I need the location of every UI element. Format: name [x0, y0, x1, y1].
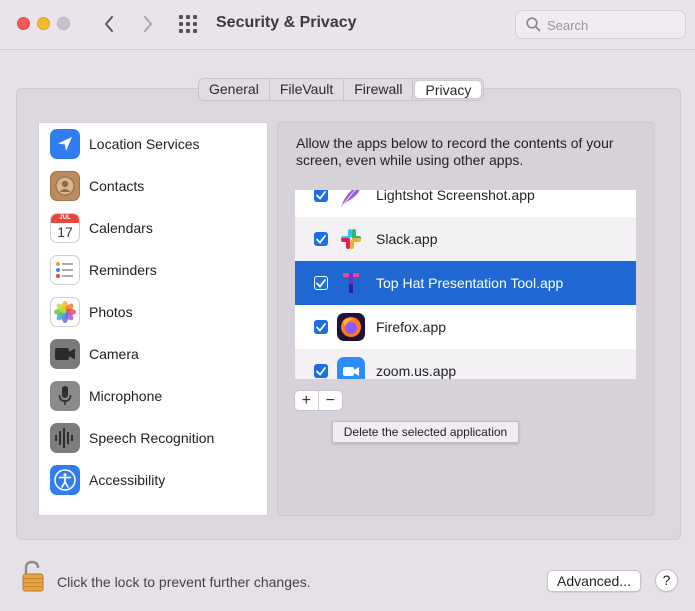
app-name: Slack.app	[376, 231, 438, 247]
search-icon	[526, 17, 541, 32]
firefox-icon	[337, 313, 365, 341]
category-label: Microphone	[89, 388, 163, 404]
lightshot-feather-icon	[337, 190, 365, 209]
forward-button[interactable]	[137, 12, 159, 36]
help-button[interactable]: ?	[655, 569, 678, 592]
chevron-right-icon	[144, 16, 152, 32]
category-label: Photos	[89, 304, 133, 320]
zoom-window-button[interactable]	[57, 17, 70, 30]
category-label: Contacts	[89, 178, 145, 194]
category-label: Calendars	[89, 220, 153, 236]
category-photos[interactable]: Photos	[39, 291, 267, 333]
app-checkbox[interactable]	[314, 276, 328, 290]
category-label: Speech Recognition	[89, 430, 215, 446]
tab-privacy[interactable]: Privacy	[414, 80, 483, 99]
category-label: Camera	[89, 346, 139, 362]
zoom-camera-icon	[337, 357, 365, 379]
app-checkbox[interactable]	[314, 320, 328, 334]
app-name: Top Hat Presentation Tool.app	[376, 275, 564, 291]
category-label: Reminders	[89, 262, 157, 278]
category-accessibility[interactable]: Accessibility	[39, 459, 267, 501]
app-row-lightshot[interactable]: Lightshot Screenshot.app	[295, 190, 636, 217]
category-location-services[interactable]: Location Services	[39, 123, 267, 165]
app-row-zoom[interactable]: zoom.us.app	[295, 349, 636, 379]
category-calendars[interactable]: JUL 17 Calendars	[39, 207, 267, 249]
app-checkbox[interactable]	[314, 364, 328, 378]
search-input[interactable]	[547, 16, 677, 34]
app-name: Firefox.app	[376, 319, 447, 335]
speech-waveform-icon	[50, 423, 80, 453]
calendar-month-label: JUL	[51, 214, 79, 223]
camera-icon	[50, 339, 80, 369]
close-window-button[interactable]	[17, 17, 30, 30]
tab-bar: General FileVault Firewall Privacy	[198, 78, 485, 101]
slack-icon	[337, 225, 365, 253]
remove-tooltip: Delete the selected application	[332, 421, 519, 443]
lock-icon[interactable]	[20, 560, 46, 592]
calendar-icon: JUL 17	[50, 213, 80, 243]
screen-recording-description: Allow the apps below to record the conte…	[296, 135, 614, 168]
app-row-slack[interactable]: Slack.app	[295, 217, 636, 261]
search-field[interactable]	[515, 10, 686, 39]
show-all-grid-icon[interactable]	[179, 15, 199, 33]
app-row-tophat[interactable]: Top Hat Presentation Tool.app	[295, 261, 636, 305]
remove-app-button[interactable]: −	[319, 391, 342, 410]
privacy-category-list: Location Services Contacts JUL 17 Calend…	[38, 122, 268, 516]
category-contacts[interactable]: Contacts	[39, 165, 267, 207]
app-checkbox[interactable]	[314, 190, 328, 202]
advanced-button[interactable]: Advanced...	[547, 570, 641, 592]
chevron-left-icon	[105, 16, 113, 32]
category-camera[interactable]: Camera	[39, 333, 267, 375]
tab-general[interactable]: General	[199, 79, 270, 100]
photos-icon	[50, 297, 80, 327]
title-bar: Security & Privacy	[0, 0, 695, 50]
add-app-button[interactable]: +	[295, 391, 319, 410]
window-title: Security & Privacy	[216, 14, 357, 31]
category-label: Location Services	[89, 136, 200, 152]
category-reminders[interactable]: Reminders	[39, 249, 267, 291]
microphone-icon	[50, 381, 80, 411]
category-speech-recognition[interactable]: Speech Recognition	[39, 417, 267, 459]
app-permission-list[interactable]: Lightshot Screenshot.app Slack.app Top H…	[295, 190, 636, 379]
category-label: Accessibility	[89, 472, 166, 488]
lock-status-text: Click the lock to prevent further change…	[57, 574, 311, 590]
app-checkbox[interactable]	[314, 232, 328, 246]
location-arrow-icon	[50, 129, 80, 159]
app-name: zoom.us.app	[376, 363, 457, 379]
calendar-day-label: 17	[57, 224, 73, 240]
tab-firewall[interactable]: Firewall	[344, 79, 414, 100]
app-row-firefox[interactable]: Firefox.app	[295, 305, 636, 349]
tophat-icon	[337, 269, 365, 297]
minimize-window-button[interactable]	[37, 17, 50, 30]
app-name: Lightshot Screenshot.app	[376, 190, 535, 203]
back-button[interactable]	[98, 12, 120, 36]
contacts-icon	[50, 171, 80, 201]
tab-filevault[interactable]: FileVault	[270, 79, 345, 100]
accessibility-icon	[50, 465, 80, 495]
add-remove-buttons: + −	[294, 390, 343, 411]
category-microphone[interactable]: Microphone	[39, 375, 267, 417]
reminders-icon	[50, 255, 80, 285]
